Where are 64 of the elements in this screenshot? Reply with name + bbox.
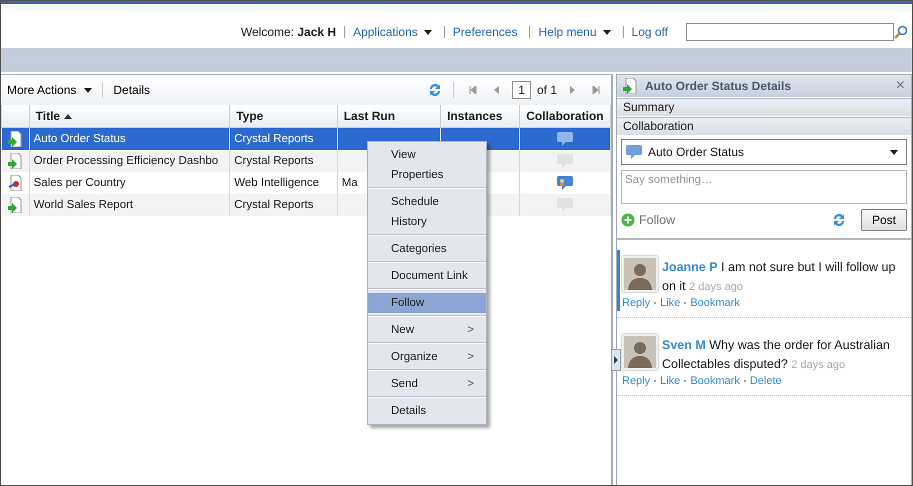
table-cell: Order Processing Efficiency Dashbo xyxy=(29,150,230,172)
column-header[interactable]: Instances xyxy=(440,105,520,128)
page-count: of 1 xyxy=(536,83,557,97)
header-link[interactable]: Preferences xyxy=(452,25,518,39)
table-cell: Crystal Reports xyxy=(230,128,338,150)
last-page-icon[interactable] xyxy=(592,86,600,94)
menu-item[interactable]: Document Link xyxy=(368,266,486,286)
header-link[interactable]: Help menu xyxy=(538,25,611,39)
document-icon xyxy=(8,175,22,191)
document-icon xyxy=(8,131,22,147)
plus-icon[interactable] xyxy=(621,213,635,227)
menu-item[interactable]: Categories xyxy=(368,239,486,259)
post-button[interactable]: Post xyxy=(860,209,907,231)
comment-text: Joanne P I am not sure but I will follow up on it 2 days ago xyxy=(662,259,896,295)
document-icon xyxy=(8,153,22,169)
caret-icon xyxy=(890,150,898,154)
caret-icon xyxy=(84,88,92,92)
welcome-text: Welcome: Jack H xyxy=(240,25,336,39)
more-actions-button[interactable]: More Actions xyxy=(7,83,92,97)
column-header[interactable]: Title xyxy=(29,105,230,128)
header-link[interactable]: Log off xyxy=(632,25,668,39)
speech-bubble-icon[interactable] xyxy=(556,132,573,146)
submenu-arrow: > xyxy=(467,378,474,390)
details-button[interactable]: Details xyxy=(113,83,150,97)
next-page-icon[interactable] xyxy=(568,86,576,94)
menu-item[interactable]: Organize > xyxy=(368,347,486,367)
caret-icon xyxy=(602,30,611,34)
header-link[interactable]: Applications xyxy=(353,25,432,39)
panel-title: Auto Order Status Details xyxy=(645,79,792,93)
search-field[interactable] xyxy=(686,23,894,41)
column-header[interactable]: Collaboration xyxy=(519,105,610,128)
previous-page-icon[interactable] xyxy=(493,86,502,94)
menu-item[interactable]: New > xyxy=(368,320,486,340)
speech-bubble-icon xyxy=(626,145,642,159)
document-icon xyxy=(8,197,22,213)
table-cell: Crystal Reports xyxy=(230,194,338,216)
menu-item[interactable]: Schedule xyxy=(368,192,486,212)
table-cell: Crystal Reports xyxy=(230,150,338,172)
first-page-icon[interactable] xyxy=(469,86,478,94)
column-header[interactable]: Last Run xyxy=(337,105,441,128)
table-cell: Ma xyxy=(342,177,358,189)
topic-dropdown[interactable]: Auto Order Status xyxy=(621,139,907,165)
avatar-icon xyxy=(622,256,658,292)
table-cell: Auto Order Status xyxy=(29,128,230,150)
search-icon[interactable] xyxy=(894,25,908,39)
column-header[interactable]: Type xyxy=(230,105,338,128)
caret-icon xyxy=(424,30,432,34)
sort-up-icon xyxy=(64,114,72,120)
submenu-arrow: > xyxy=(467,324,474,336)
menu-item[interactable]: Send > xyxy=(368,374,486,394)
avatar-icon xyxy=(622,334,658,370)
comment-text: Sven M Why was the order for Australian Collectables disputed? 2 days ago xyxy=(662,337,891,373)
user-bubble-icon[interactable] xyxy=(556,176,573,190)
section-header[interactable]: Collaboration xyxy=(617,117,911,135)
comment-field[interactable]: Say something… xyxy=(621,170,907,204)
table-cell: World Sales Report xyxy=(29,194,230,216)
menu-item[interactable]: Details xyxy=(368,401,486,421)
submenu-arrow: > xyxy=(467,351,474,363)
page-number-field[interactable]: 1 xyxy=(512,81,531,99)
expand-handle-icon[interactable] xyxy=(611,349,621,371)
menu-item[interactable]: Follow xyxy=(368,293,486,313)
section-header[interactable]: Summary xyxy=(617,98,911,116)
document-icon xyxy=(623,78,637,94)
follow-link[interactable]: Follow xyxy=(639,213,676,227)
